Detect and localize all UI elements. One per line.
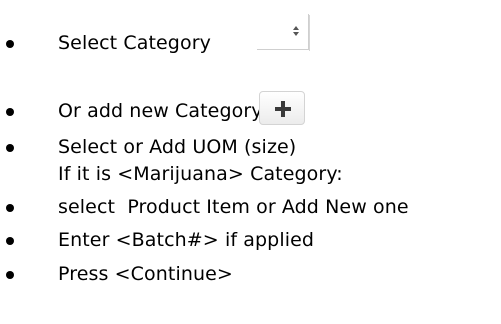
bullet-icon (6, 237, 14, 245)
list-item: select Product Item or Add New one (0, 191, 501, 221)
category-select[interactable] (257, 14, 310, 51)
plus-icon (275, 101, 291, 117)
bullet-icon (6, 271, 14, 279)
bullet-icon (6, 144, 14, 152)
list-item: Or add new Category (0, 95, 501, 125)
bullet-icon (6, 40, 14, 48)
instruction-text: Select or Add UOM (size) (58, 136, 297, 158)
instruction-text: If it is <Marijuana> Category: (58, 163, 343, 185)
list-item: Select or Add UOM (size) (0, 131, 501, 161)
list-item-subline: If it is <Marijuana> Category: (0, 158, 501, 188)
select-fade (257, 14, 281, 49)
bullet-icon (6, 108, 14, 116)
bullet-icon (6, 204, 14, 212)
add-category-button[interactable] (259, 91, 305, 125)
list-item: Select Category (0, 27, 501, 57)
instruction-text: select Product Item or Add New one (58, 196, 409, 218)
list-item: Press <Continue> (0, 258, 501, 288)
instruction-text: Enter <Batch#> if applied (58, 229, 315, 251)
select-divider (309, 15, 310, 51)
instruction-text: Select Category (58, 32, 211, 54)
select-arrows-icon (293, 26, 299, 36)
instruction-text: Or add new Category (58, 100, 263, 122)
list-item: Enter <Batch#> if applied (0, 224, 501, 254)
instruction-text: Press <Continue> (58, 263, 233, 285)
